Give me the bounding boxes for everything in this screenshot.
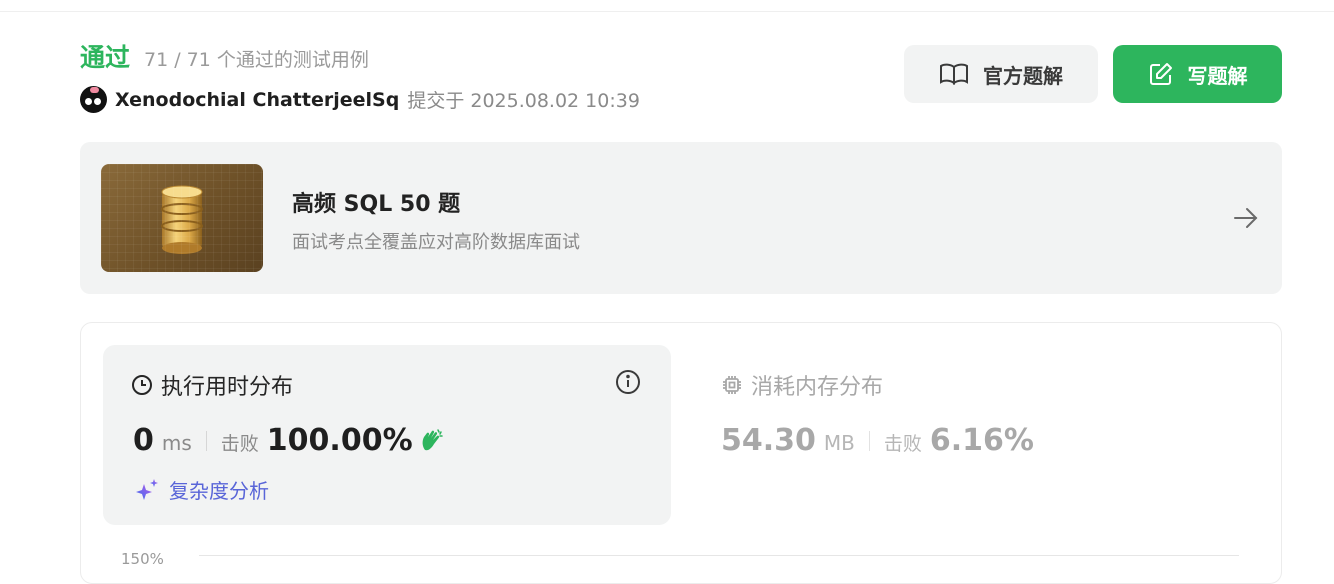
status-label: 通过 <box>80 43 131 72</box>
memory-beat-label: 击败 <box>883 433 922 455</box>
memory-percentile: 6.16% <box>929 423 1034 458</box>
write-solution-button[interactable]: 写题解 <box>1113 45 1282 103</box>
complexity-analysis-link[interactable]: 复杂度分析 <box>133 475 269 504</box>
runtime-unit: ms <box>161 431 192 455</box>
study-plan-thumbnail <box>101 164 263 272</box>
runtime-stats: 0 ms 击败 100.00% <box>133 423 445 458</box>
arrow-right-icon <box>1234 208 1258 228</box>
chart-y-tick: 150% <box>121 550 164 568</box>
official-solution-button[interactable]: 官方题解 <box>904 45 1098 103</box>
memory-unit: MB <box>823 431 855 455</box>
performance-panel: 执行用时分布 0 ms 击败 100.00% 复杂度分析 消耗内存分布 54.3… <box>80 322 1282 584</box>
stats-divider <box>205 430 207 451</box>
runtime-value: 0 <box>133 423 154 458</box>
book-open-icon <box>940 63 968 85</box>
user-name[interactable]: Xenodochial ChatterjeelSq <box>115 89 399 111</box>
info-icon[interactable] <box>615 369 641 395</box>
clap-icon <box>422 428 443 450</box>
clock-icon <box>132 375 152 395</box>
submission-time: 提交于 2025.08.02 10:39 <box>407 90 640 112</box>
test-count: 71 / 71 个通过的测试用例 <box>144 49 369 71</box>
runtime-beat-label: 击败 <box>220 433 259 455</box>
study-plan-subtitle: 面试考点全覆盖应对高阶数据库面试 <box>292 232 580 253</box>
study-plan-title: 高频 SQL 50 题 <box>292 192 461 217</box>
complexity-analysis-label: 复杂度分析 <box>169 479 269 503</box>
avatar[interactable] <box>80 86 107 113</box>
top-divider <box>0 11 1334 12</box>
memory-header: 消耗内存分布 <box>721 369 883 401</box>
memory-distribution-card[interactable]: 消耗内存分布 54.30 MB 击败 6.16% <box>721 345 1261 525</box>
submitter-info: Xenodochial ChatterjeelSq 提交于 2025.08.02… <box>80 86 640 113</box>
runtime-percentile: 100.00% <box>266 423 413 458</box>
chart-gridline <box>199 555 1239 556</box>
runtime-header: 执行用时分布 <box>131 369 293 401</box>
official-solution-label: 官方题解 <box>983 63 1063 88</box>
study-plan-card[interactable]: 高频 SQL 50 题 面试考点全覆盖应对高阶数据库面试 <box>80 142 1282 294</box>
memory-value: 54.30 <box>721 423 816 458</box>
write-solution-label: 写题解 <box>1187 63 1248 88</box>
sparkle-icon <box>136 478 158 500</box>
stats-divider <box>868 430 870 451</box>
memory-title: 消耗内存分布 <box>751 375 884 400</box>
submission-status: 通过 71 / 71 个通过的测试用例 <box>80 38 369 74</box>
chip-icon <box>723 376 741 394</box>
edit-icon <box>1149 63 1172 85</box>
memory-stats: 54.30 MB 击败 6.16% <box>721 423 1034 458</box>
runtime-distribution-card[interactable]: 执行用时分布 0 ms 击败 100.00% 复杂度分析 <box>103 345 671 525</box>
runtime-title: 执行用时分布 <box>161 375 294 400</box>
